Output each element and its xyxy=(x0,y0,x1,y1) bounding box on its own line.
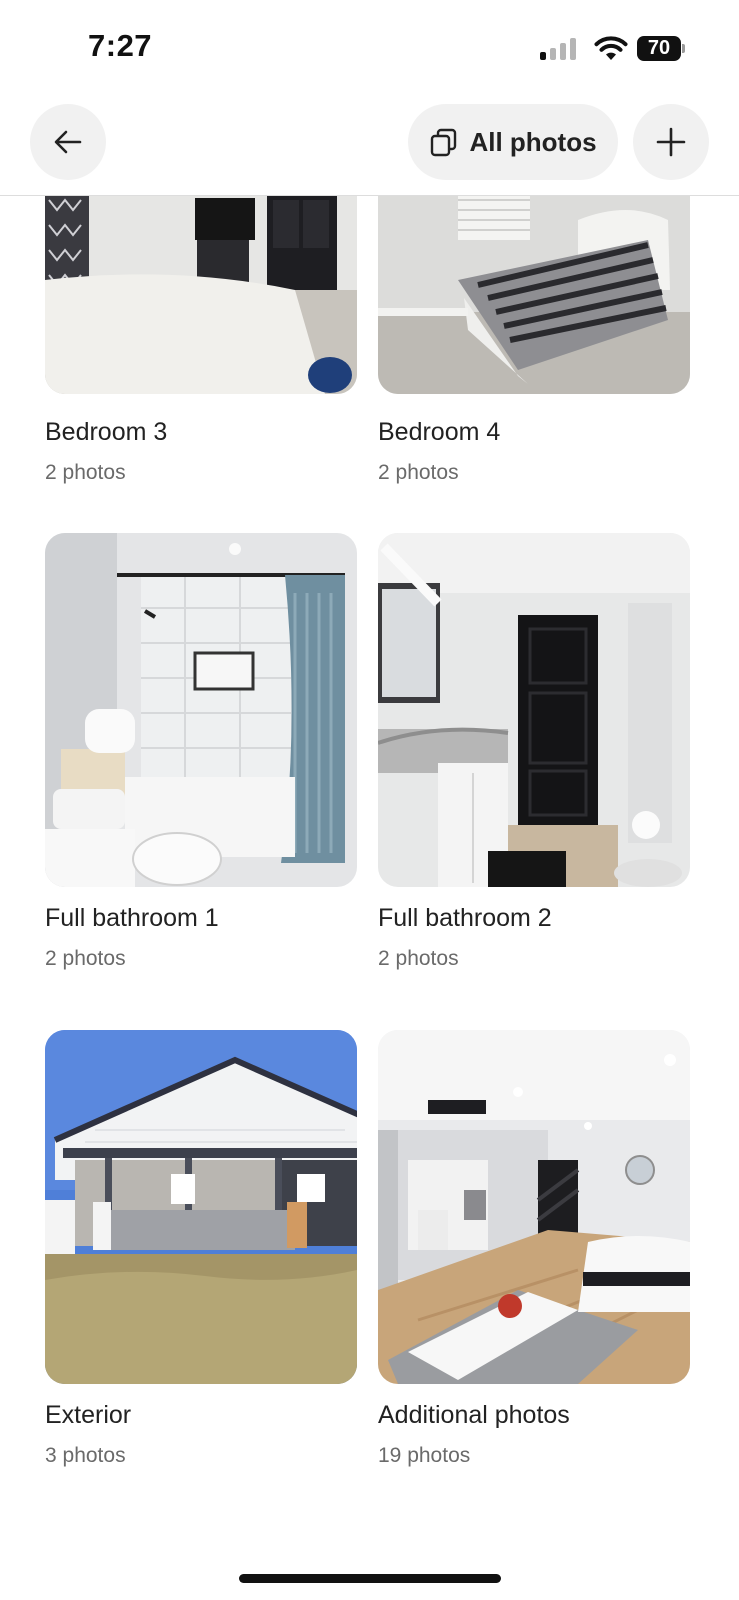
all-photos-button[interactable]: All photos xyxy=(408,104,618,180)
bathroom-photo xyxy=(378,533,690,887)
photo-thumbnail[interactable] xyxy=(378,1030,690,1384)
photo-category-grid: Bedroom 3 2 photos Bedroom 4 2 photos Fu… xyxy=(0,196,739,1566)
bathroom-photo xyxy=(45,533,357,887)
photo-thumbnail[interactable] xyxy=(45,196,357,394)
photo-count: 19 photos xyxy=(378,1444,471,1467)
battery-level: 70 xyxy=(647,37,671,59)
top-nav-bar: All photos xyxy=(0,100,739,196)
status-bar: 7:27 70 xyxy=(0,0,739,100)
add-button[interactable] xyxy=(633,104,709,180)
back-button[interactable] xyxy=(30,104,106,180)
photo-count: 2 photos xyxy=(378,947,459,970)
photo-category-card[interactable]: Full bathroom 2 2 photos xyxy=(378,533,690,993)
wifi-icon xyxy=(594,36,628,60)
photo-thumbnail[interactable] xyxy=(45,533,357,887)
photo-category-card[interactable]: Bedroom 4 2 photos xyxy=(378,196,690,496)
photo-category-card[interactable]: Additional photos 19 photos xyxy=(378,1030,690,1490)
photo-count: 2 photos xyxy=(378,461,459,484)
arrow-left-icon xyxy=(54,130,82,154)
photo-thumbnail[interactable] xyxy=(45,1030,357,1384)
photo-thumbnail[interactable] xyxy=(378,533,690,887)
category-title: Additional photos xyxy=(378,1401,570,1429)
signal-icon xyxy=(540,38,578,60)
photo-category-card[interactable]: Full bathroom 1 2 photos xyxy=(45,533,357,993)
status-time: 7:27 xyxy=(88,28,153,63)
bedroom-photo xyxy=(378,196,690,394)
category-title: Full bathroom 2 xyxy=(378,904,552,932)
category-title: Full bathroom 1 xyxy=(45,904,219,932)
all-photos-label: All photos xyxy=(469,126,597,157)
exterior-photo xyxy=(45,1030,357,1384)
photo-thumbnail[interactable] xyxy=(378,196,690,394)
photo-category-card[interactable]: Bedroom 3 2 photos xyxy=(45,196,357,496)
bedroom-photo xyxy=(45,196,357,394)
battery-icon: 70 xyxy=(637,36,685,61)
category-title: Bedroom 3 xyxy=(45,418,168,446)
photo-count: 2 photos xyxy=(45,947,126,970)
photo-category-card[interactable]: Exterior 3 photos xyxy=(45,1030,357,1490)
stacked-photos-icon xyxy=(431,128,457,157)
home-indicator[interactable] xyxy=(239,1574,501,1583)
photo-count: 3 photos xyxy=(45,1444,126,1467)
living-room-photo xyxy=(378,1030,690,1384)
photo-count: 2 photos xyxy=(45,461,126,484)
plus-icon xyxy=(656,127,686,157)
category-title: Exterior xyxy=(45,1401,132,1429)
category-title: Bedroom 4 xyxy=(378,418,501,446)
